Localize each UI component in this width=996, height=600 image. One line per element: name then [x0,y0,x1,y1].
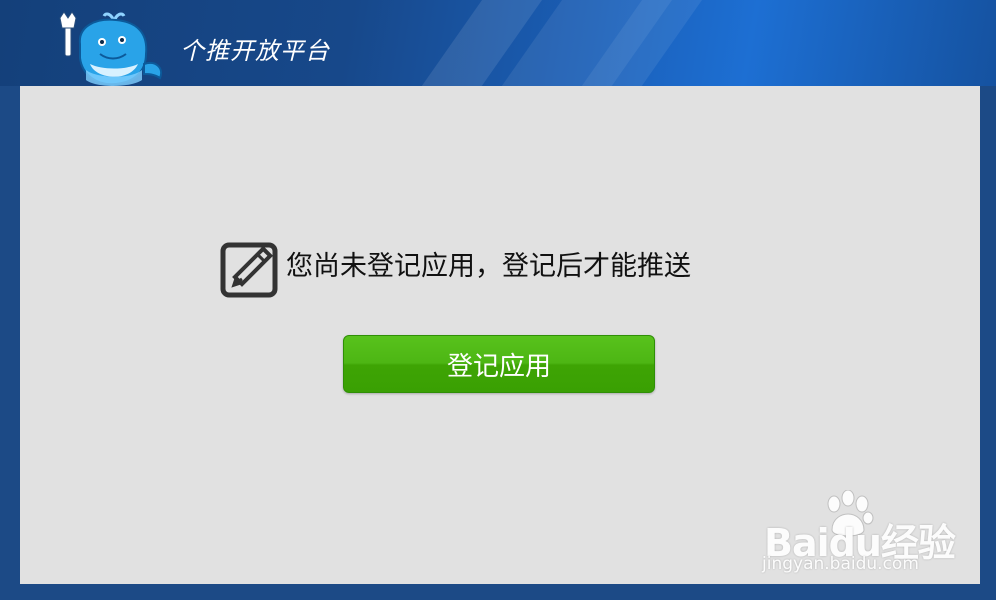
notice-text: 您尚未登记应用，登记后才能推送 [286,251,691,282]
register-app-button[interactable]: 登记应用 [343,335,655,393]
platform-title: 个推开放平台 [180,37,330,65]
top-header: 个推开放平台 [0,0,996,86]
whale-mascot-icon [59,11,162,86]
empty-state-notice: 您尚未登记应用，登记后才能推送 [220,235,691,299]
baidu-jingyan-watermark: Baidu经验 jingyan.baidu.com [742,488,962,580]
edit-note-icon [220,242,278,298]
watermark-url-text: jingyan.baidu.com [762,554,919,574]
